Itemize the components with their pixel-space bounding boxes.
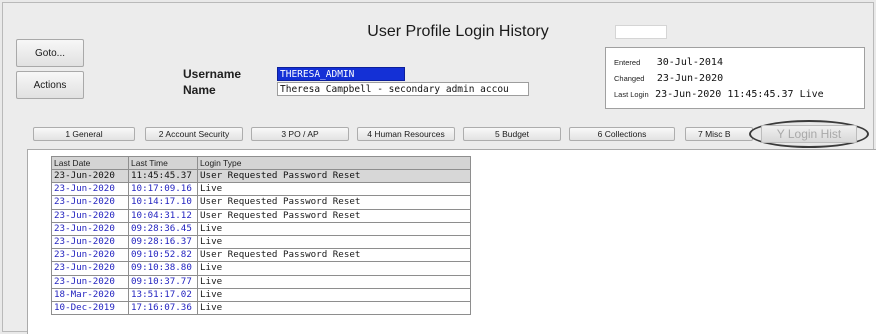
- table-row[interactable]: 23-Jun-2020 10:14:17.10 User Requested P…: [51, 195, 471, 210]
- cell-date: 23-Jun-2020: [51, 234, 129, 250]
- table-row[interactable]: 23-Jun-2020 09:10:38.80 Live: [51, 261, 471, 276]
- page-title: User Profile Login History: [367, 23, 549, 40]
- cell-time: 13:51:17.02: [128, 287, 198, 302]
- changed-value: 23-Jun-2020: [656, 73, 724, 85]
- cell-time: 10:04:31.12: [128, 208, 198, 223]
- cell-date: 23-Jun-2020: [51, 182, 129, 197]
- tab-account-security[interactable]: 2 Account Security: [145, 127, 243, 141]
- cell-time: 09:10:52.82: [128, 248, 198, 263]
- cell-type: Live: [197, 300, 471, 316]
- blank-indicator-box: [615, 25, 667, 39]
- cell-time: 10:17:09.16: [128, 182, 198, 197]
- cell-type: Live: [197, 274, 471, 289]
- table-row[interactable]: 23-Jun-2020 09:10:52.82 User Requested P…: [51, 248, 471, 263]
- table-header-row: Last Date Last Time Login Type: [51, 156, 471, 170]
- cell-type: Live: [197, 287, 471, 302]
- account-info-box: Entered 30-Jul-2014 Changed 23-Jun-2020 …: [605, 47, 865, 109]
- username-field[interactable]: THERESA_ADMIN: [277, 67, 405, 81]
- cell-time: 09:28:16.37: [128, 234, 198, 250]
- cell-type: Live: [197, 261, 471, 276]
- cell-time: 17:16:07.36: [128, 300, 198, 316]
- column-header-login-type[interactable]: Login Type: [197, 156, 471, 170]
- tab-login-history[interactable]: Y Login Hist: [749, 120, 869, 148]
- name-label: Name: [183, 83, 216, 97]
- tab-human-resources[interactable]: 4 Human Resources: [357, 127, 455, 141]
- tab-login-history-label: Y Login Hist: [761, 125, 857, 143]
- cell-type: User Requested Password Reset: [197, 168, 471, 184]
- table-row[interactable]: 23-Jun-2020 10:17:09.16 Live: [51, 182, 471, 197]
- tab-misc[interactable]: 7 Misc B: [685, 127, 753, 141]
- name-field[interactable]: Theresa Campbell - secondary admin accou: [277, 82, 529, 96]
- table-row[interactable]: 10-Dec-2019 17:16:07.36 Live: [51, 300, 471, 316]
- cell-type: Live: [197, 182, 471, 197]
- cell-date: 23-Jun-2020: [51, 195, 129, 210]
- cell-date: 10-Dec-2019: [51, 300, 129, 316]
- goto-button[interactable]: Goto...: [16, 39, 84, 67]
- entered-value: 30-Jul-2014: [656, 57, 723, 69]
- last-login-value: 23-Jun-2020 11:45:45.37 Live: [655, 89, 824, 101]
- cell-type: User Requested Password Reset: [197, 195, 471, 210]
- table-row[interactable]: 23-Jun-2020 09:28:36.45 Live: [51, 221, 471, 236]
- actions-button[interactable]: Actions: [16, 71, 84, 99]
- cell-time: 09:10:37.77: [128, 274, 198, 289]
- cell-date: 23-Jun-2020: [51, 274, 129, 289]
- cell-time: 11:45:45.37: [128, 168, 198, 184]
- last-login-label: Last Login: [614, 90, 649, 100]
- cell-date: 18-Mar-2020: [51, 287, 129, 302]
- login-history-window: User Profile Login History Goto... Actio…: [2, 2, 876, 334]
- cell-date: 23-Jun-2020: [51, 168, 129, 184]
- cell-type: User Requested Password Reset: [197, 208, 471, 223]
- cell-date: 23-Jun-2020: [51, 261, 129, 276]
- column-header-last-time[interactable]: Last Time: [128, 156, 198, 170]
- cell-date: 23-Jun-2020: [51, 221, 129, 236]
- cell-type: Live: [197, 221, 471, 236]
- cell-time: 10:14:17.10: [128, 195, 198, 210]
- login-history-panel: Last Date Last Time Login Type 23-Jun-20…: [27, 149, 876, 334]
- cell-date: 23-Jun-2020: [51, 248, 129, 263]
- changed-label: Changed: [614, 74, 645, 84]
- table-row[interactable]: 23-Jun-2020 10:04:31.12 User Requested P…: [51, 208, 471, 223]
- last-login-row: Last Login 23-Jun-2020 11:45:45.37 Live: [614, 86, 824, 104]
- cell-type: User Requested Password Reset: [197, 248, 471, 263]
- table-row[interactable]: 18-Mar-2020 13:51:17.02 Live: [51, 287, 471, 302]
- login-history-table: Last Date Last Time Login Type 23-Jun-20…: [51, 156, 471, 316]
- column-header-last-date[interactable]: Last Date: [51, 156, 129, 170]
- tab-po-ap[interactable]: 3 PO / AP: [251, 127, 349, 141]
- username-label: Username: [183, 67, 242, 81]
- table-row[interactable]: 23-Jun-2020 09:10:37.77 Live: [51, 274, 471, 289]
- entered-label: Entered: [614, 58, 641, 68]
- cell-time: 09:28:36.45: [128, 221, 198, 236]
- tab-collections[interactable]: 6 Collections: [569, 127, 675, 141]
- tab-budget[interactable]: 5 Budget: [463, 127, 561, 141]
- table-row[interactable]: 23-Jun-2020 11:45:45.37 User Requested P…: [51, 168, 471, 184]
- table-row[interactable]: 23-Jun-2020 09:28:16.37 Live: [51, 234, 471, 250]
- tab-general[interactable]: 1 General: [33, 127, 135, 141]
- cell-type: Live: [197, 234, 471, 250]
- cell-time: 09:10:38.80: [128, 261, 198, 276]
- cell-date: 23-Jun-2020: [51, 208, 129, 223]
